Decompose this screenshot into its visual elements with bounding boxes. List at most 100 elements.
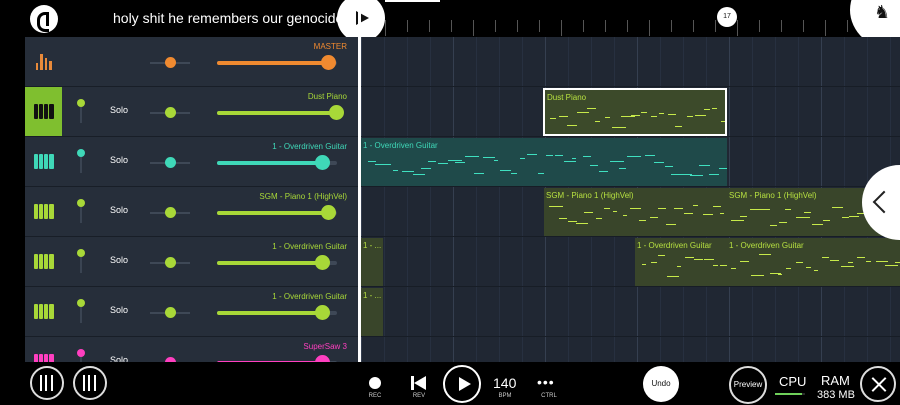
pattern-clip[interactable]: 1 - ... [361, 288, 383, 336]
pattern-clip[interactable]: Dust Piano [543, 88, 727, 136]
volume-slider[interactable] [321, 205, 336, 220]
note-mark [630, 208, 641, 210]
pan-knob[interactable] [165, 207, 176, 218]
ctrl-button[interactable]: ••• [537, 374, 555, 390]
ruler-tick [825, 20, 826, 36]
mute-toggle[interactable] [77, 199, 85, 207]
pattern-clip[interactable]: 1 - Overdriven Guitar [635, 238, 727, 286]
ruler-tick [517, 20, 518, 32]
fl-logo-icon[interactable] [30, 5, 58, 33]
note-mark [823, 219, 831, 221]
solo-button[interactable]: Solo [110, 255, 128, 265]
note-mark [576, 223, 588, 225]
note-mark [465, 155, 480, 157]
timeline-position-bar [385, 0, 440, 2]
note-mark [658, 113, 665, 115]
channel-row[interactable]: Solo 1 - Overdriven Guitar [25, 287, 360, 337]
top-bar: holy shit he remembers our genocides 17 [0, 0, 900, 37]
ruler-tick [737, 20, 738, 36]
pattern-clip[interactable]: 1 - ... [361, 238, 383, 286]
bar-marker[interactable]: 17 [717, 7, 737, 27]
playlist-area[interactable]: Dust Piano 1 - Overdriven Guitar SGM - Pia… [361, 37, 900, 362]
note-mark [805, 267, 812, 269]
volume-slider[interactable] [315, 305, 330, 320]
playhead[interactable] [358, 0, 361, 362]
note-mark [740, 215, 747, 217]
pan-knob[interactable] [165, 57, 176, 68]
channel-row[interactable]: Solo SGM - Piano 1 (HighVel) [25, 187, 360, 237]
pattern-clip[interactable]: SGM - Piano 1 (HighVel) [544, 188, 727, 236]
ruler-tick [605, 20, 606, 32]
ruler-tick [803, 20, 804, 32]
playlist-lane[interactable] [361, 287, 900, 337]
transport-play-button[interactable] [443, 365, 481, 403]
bpm-value[interactable]: 140 [493, 375, 516, 391]
ruler-tick [407, 20, 408, 32]
volume-slider[interactable] [315, 155, 330, 170]
timeline-ruler[interactable] [385, 20, 900, 37]
note-mark [703, 258, 714, 260]
pattern-clip[interactable]: 1 - Overdriven Guitar [361, 138, 727, 186]
record-button[interactable] [369, 377, 381, 389]
note-mark [595, 218, 602, 220]
piano-keys-icon[interactable] [25, 87, 62, 136]
note-mark [703, 214, 713, 216]
pan-knob[interactable] [165, 257, 176, 268]
mute-track [80, 305, 82, 323]
solo-button[interactable]: Solo [110, 305, 128, 315]
note-mark [567, 125, 578, 127]
note-mark [778, 221, 787, 223]
solo-button[interactable]: Solo [110, 205, 128, 215]
browser-button[interactable] [73, 366, 107, 400]
close-icon[interactable] [860, 366, 896, 402]
note-mark [703, 108, 711, 110]
browser-icon [83, 375, 97, 391]
solo-button[interactable]: Solo [110, 105, 128, 115]
song-title[interactable]: holy shit he remembers our genocides [113, 10, 350, 26]
channel-row[interactable]: Solo 1 - Overdriven Guitar [25, 137, 360, 187]
mute-toggle[interactable] [77, 249, 85, 257]
channel-row[interactable]: Solo Dust Piano [25, 87, 360, 137]
mute-toggle[interactable] [77, 99, 85, 107]
note-mark [610, 161, 624, 163]
note-mark [674, 207, 684, 209]
volume-slider[interactable] [329, 105, 344, 120]
preview-button[interactable]: Preview [729, 366, 767, 404]
note-mark [558, 115, 568, 117]
undo-button[interactable]: Undo [643, 366, 679, 402]
mute-toggle[interactable] [77, 299, 85, 307]
pan-knob[interactable] [165, 307, 176, 318]
channel-row[interactable]: Solo 1 - Overdriven Guitar [25, 237, 360, 287]
note-mark [658, 207, 666, 209]
channel-row[interactable]: MASTER [25, 37, 360, 87]
playlist-lane[interactable] [361, 37, 900, 87]
note-mark [590, 164, 599, 166]
transport-bar: REC REV 140 BPM ••• CTRL Undo Preview CP… [0, 362, 900, 405]
clip-label: 1 - ... [363, 241, 382, 250]
piano-keys-icon[interactable] [25, 137, 62, 186]
volume-slider[interactable] [321, 55, 336, 70]
note-mark [668, 113, 676, 115]
piano-keys-icon[interactable] [25, 187, 62, 236]
mixer-button[interactable] [30, 366, 64, 400]
pan-knob[interactable] [165, 157, 176, 168]
rewind-button[interactable] [411, 376, 427, 390]
channel-name: SuperSaw 3 [303, 342, 347, 351]
mute-toggle[interactable] [77, 349, 85, 357]
ruler-tick [627, 20, 628, 32]
note-mark [785, 208, 791, 210]
channel-name: 1 - Overdriven Guitar [272, 242, 347, 251]
piano-keys-icon[interactable] [25, 237, 62, 286]
playlist-lane[interactable] [361, 337, 900, 362]
volume-slider[interactable] [315, 255, 330, 270]
note-mark [586, 107, 596, 109]
piano-keys-icon[interactable] [25, 287, 62, 336]
note-mark [392, 170, 399, 172]
pan-knob[interactable] [165, 107, 176, 118]
mute-track [80, 255, 82, 273]
pattern-clip[interactable]: 1 - Overdriven Guitar [727, 238, 900, 286]
master-bars-icon[interactable] [25, 37, 62, 86]
note-mark [731, 220, 744, 222]
solo-button[interactable]: Solo [110, 155, 128, 165]
mute-toggle[interactable] [77, 149, 85, 157]
